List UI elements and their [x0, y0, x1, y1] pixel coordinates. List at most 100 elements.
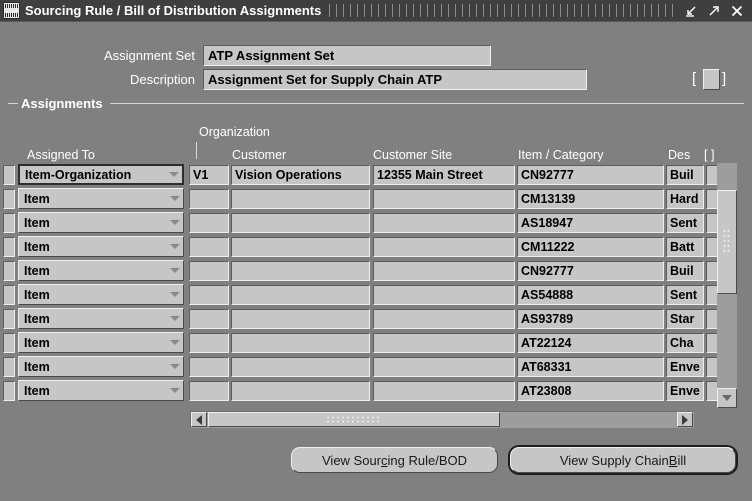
row-selector[interactable]	[3, 237, 15, 257]
assigned-to-poplist[interactable]: Item	[18, 332, 184, 353]
customer-cell[interactable]	[231, 213, 370, 233]
customer-site-cell[interactable]	[373, 213, 515, 233]
item-category-cell[interactable]: AS93789	[517, 309, 664, 329]
row-selector[interactable]	[3, 381, 15, 401]
description-cell[interactable]: Batt	[666, 237, 704, 257]
assigned-to-poplist[interactable]: Item-Organization	[18, 164, 184, 185]
description-cell[interactable]: Hard	[666, 189, 704, 209]
organization-cell[interactable]	[189, 189, 229, 209]
chevron-down-icon[interactable]	[167, 381, 183, 400]
customer-cell[interactable]	[231, 309, 370, 329]
description-input[interactable]: Assignment Set for Supply Chain ATP	[203, 69, 587, 90]
assigned-to-poplist[interactable]: Item	[18, 284, 184, 305]
column-header-assigned-to[interactable]: Assigned To	[27, 148, 95, 162]
customer-site-cell[interactable]	[373, 285, 515, 305]
item-category-cell[interactable]: CM13139	[517, 189, 664, 209]
customer-site-cell[interactable]	[373, 261, 515, 281]
restore-button[interactable]	[684, 4, 698, 18]
organization-cell[interactable]	[189, 357, 229, 377]
organization-cell[interactable]	[189, 285, 229, 305]
chevron-down-icon[interactable]	[166, 166, 182, 183]
organization-cell[interactable]	[189, 237, 229, 257]
description-cell[interactable]: Buil	[666, 165, 704, 185]
description-cell[interactable]: Buil	[666, 261, 704, 281]
description-cell[interactable]: Sent	[666, 213, 704, 233]
assigned-to-poplist[interactable]: Item	[18, 356, 184, 377]
customer-cell[interactable]	[231, 285, 370, 305]
row-selector[interactable]	[3, 165, 15, 185]
customer-site-cell[interactable]: 12355 Main Street	[373, 165, 515, 185]
item-category-cell[interactable]: AT22124	[517, 333, 664, 353]
item-category-cell[interactable]: CN92777	[517, 165, 664, 185]
chevron-down-icon[interactable]	[167, 285, 183, 304]
organization-cell[interactable]	[189, 261, 229, 281]
assigned-to-poplist[interactable]: Item	[18, 308, 184, 329]
grid-vertical-scrollbar[interactable]	[717, 163, 737, 408]
chevron-down-icon[interactable]	[167, 357, 183, 376]
item-category-cell[interactable]: AS54888	[517, 285, 664, 305]
organization-cell[interactable]	[189, 381, 229, 401]
chevron-down-icon[interactable]	[167, 189, 183, 208]
row-selector[interactable]	[3, 333, 15, 353]
customer-site-cell[interactable]	[373, 309, 515, 329]
view-sourcing-rule-bod-button[interactable]: View Sour c ing Rule/BOD	[291, 447, 498, 473]
organization-cell[interactable]	[189, 333, 229, 353]
customer-cell[interactable]	[231, 333, 370, 353]
organization-cell[interactable]: V1	[189, 165, 229, 185]
item-category-cell[interactable]: AT68331	[517, 357, 664, 377]
description-cell[interactable]: Sent	[666, 285, 704, 305]
assignment-set-input[interactable]: ATP Assignment Set	[203, 45, 491, 66]
scroll-right-button[interactable]	[677, 412, 693, 427]
chevron-down-icon[interactable]	[167, 213, 183, 232]
column-header-customer-site[interactable]: Customer Site	[373, 148, 452, 162]
customer-cell[interactable]	[231, 237, 370, 257]
grid-horizontal-scrollbar[interactable]	[190, 411, 694, 428]
customer-site-cell[interactable]	[373, 189, 515, 209]
customer-site-cell[interactable]	[373, 333, 515, 353]
description-cell[interactable]: Enve	[666, 357, 704, 377]
row-selector[interactable]	[3, 285, 15, 305]
scroll-down-button[interactable]	[717, 388, 737, 408]
title-bar-drag-area[interactable]	[329, 4, 676, 17]
customer-cell[interactable]	[231, 261, 370, 281]
description-cell[interactable]: Star	[666, 309, 704, 329]
customer-cell[interactable]	[231, 189, 370, 209]
close-button[interactable]	[730, 4, 744, 18]
maximize-button[interactable]	[707, 4, 721, 18]
column-header-customer[interactable]: Customer	[232, 148, 286, 162]
chevron-down-icon[interactable]	[167, 237, 183, 256]
customer-site-cell[interactable]	[373, 381, 515, 401]
view-supply-chain-bill-button[interactable]: View Supply Chain Bill	[510, 447, 736, 473]
customer-cell[interactable]	[231, 381, 370, 401]
item-category-cell[interactable]: AT23808	[517, 381, 664, 401]
assigned-to-poplist[interactable]: Item	[18, 260, 184, 281]
row-selector[interactable]	[3, 189, 15, 209]
customer-cell[interactable]: Vision Operations	[231, 165, 370, 185]
row-selector[interactable]	[3, 261, 15, 281]
vertical-scrollbar-thumb[interactable]	[717, 190, 737, 294]
item-category-cell[interactable]: CN92777	[517, 261, 664, 281]
description-cell[interactable]: Enve	[666, 381, 704, 401]
organization-cell[interactable]	[189, 213, 229, 233]
item-category-cell[interactable]: CM11222	[517, 237, 664, 257]
chevron-down-icon[interactable]	[167, 333, 183, 352]
chevron-down-icon[interactable]	[167, 309, 183, 328]
header-flexfield-button[interactable]	[703, 69, 720, 90]
row-selector[interactable]	[3, 213, 15, 233]
assigned-to-poplist[interactable]: Item	[18, 380, 184, 401]
chevron-down-icon[interactable]	[167, 261, 183, 280]
customer-site-cell[interactable]	[373, 357, 515, 377]
row-selector[interactable]	[3, 357, 15, 377]
horizontal-scrollbar-thumb[interactable]	[208, 412, 500, 427]
assigned-to-poplist[interactable]: Item	[18, 188, 184, 209]
row-selector[interactable]	[3, 309, 15, 329]
description-cell[interactable]: Cha	[666, 333, 704, 353]
organization-cell[interactable]	[189, 309, 229, 329]
customer-cell[interactable]	[231, 357, 370, 377]
customer-site-cell[interactable]	[373, 237, 515, 257]
item-category-cell[interactable]: AS18947	[517, 213, 664, 233]
column-header-description[interactable]: Des	[668, 148, 690, 162]
assigned-to-poplist[interactable]: Item	[18, 236, 184, 257]
scroll-left-button[interactable]	[191, 412, 207, 427]
assigned-to-poplist[interactable]: Item	[18, 212, 184, 233]
